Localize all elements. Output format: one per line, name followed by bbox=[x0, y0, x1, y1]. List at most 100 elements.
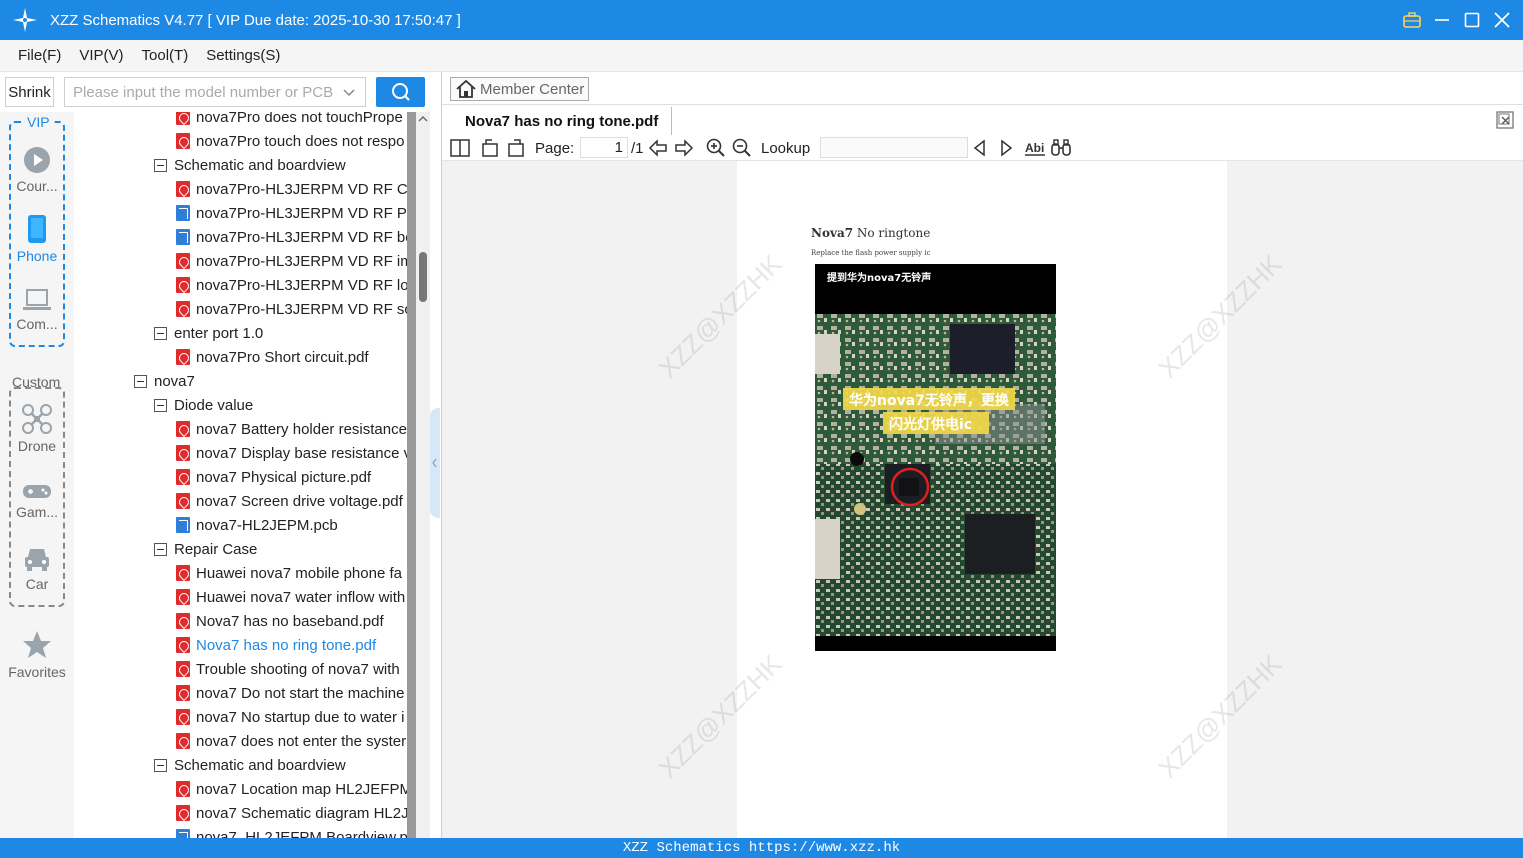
collapse-toggle-icon[interactable] bbox=[134, 374, 147, 388]
category-favorites[interactable]: Favorites bbox=[0, 630, 74, 680]
tree-file[interactable]: nova7-HL2JEPM.pcb bbox=[176, 513, 338, 537]
play-circle-icon bbox=[24, 147, 50, 173]
tree-file[interactable]: nova7 Screen drive voltage.pdf bbox=[176, 489, 403, 513]
page-number-input[interactable]: 1 bbox=[580, 137, 628, 158]
pdf-file-icon bbox=[176, 613, 190, 629]
close-tab-icon[interactable] bbox=[1496, 111, 1514, 129]
tree-file[interactable]: nova7Pro-HL3JERPM VD RF ima bbox=[176, 249, 408, 273]
binoculars-icon[interactable] bbox=[1050, 138, 1072, 158]
collapse-toggle-icon[interactable] bbox=[154, 158, 167, 172]
pdf-file-icon bbox=[176, 277, 190, 293]
rotate-right-icon[interactable] bbox=[506, 138, 526, 158]
tree-file[interactable]: Nova7 has no baseband.pdf bbox=[176, 609, 384, 633]
shrink-button[interactable]: Shrink bbox=[5, 77, 54, 107]
category-course[interactable]: Cour... bbox=[0, 146, 74, 194]
collapse-toggle-icon[interactable] bbox=[154, 542, 167, 556]
tree-file[interactable]: Trouble shooting of nova7 with bbox=[176, 657, 400, 681]
category-phone[interactable]: Phone bbox=[0, 214, 74, 264]
search-button[interactable] bbox=[376, 77, 425, 107]
previous-page-icon[interactable] bbox=[648, 138, 668, 158]
pdf-page: Nova7 No ringtone Replace the flash powe… bbox=[737, 161, 1227, 838]
zoom-out-icon[interactable] bbox=[732, 138, 752, 158]
tree-file[interactable]: nova7 Physical picture.pdf bbox=[176, 465, 371, 489]
menu-tool[interactable]: Tool(T) bbox=[142, 47, 189, 64]
chevron-down-icon[interactable] bbox=[343, 85, 355, 97]
maximize-button[interactable] bbox=[1457, 0, 1487, 40]
tree-file[interactable]: nova7Pro touch does not respo bbox=[176, 129, 404, 153]
window-title: XZZ Schematics V4.77 [ VIP Due date: 202… bbox=[50, 11, 461, 29]
tree-file[interactable]: nova7Pro-HL3JERPM VD RF PCI bbox=[176, 201, 408, 225]
collapse-toggle-icon[interactable] bbox=[154, 398, 167, 412]
photo-caption-line1: 华为nova7无铃声，更换 bbox=[849, 392, 1010, 409]
member-center-button[interactable]: Member Center bbox=[450, 77, 589, 101]
scrollbar-thumb[interactable] bbox=[419, 252, 427, 302]
tree-file[interactable]: nova7Pro does not touchPrope bbox=[176, 112, 403, 129]
tab-document[interactable]: Nova7 has no ring tone.pdf bbox=[452, 107, 672, 135]
tree-file[interactable]: nova7 Battery holder resistance bbox=[176, 417, 407, 441]
search-input[interactable] bbox=[73, 83, 333, 101]
collapse-toggle-icon[interactable] bbox=[154, 758, 167, 772]
document-title: Nova7 No ringtone bbox=[811, 226, 930, 240]
tree-scrollbar[interactable] bbox=[416, 112, 430, 838]
pdf-file-icon bbox=[176, 349, 190, 365]
tree-file[interactable]: nova7 Do not start the machine bbox=[176, 681, 404, 705]
pdf-file-icon bbox=[176, 181, 190, 197]
close-button[interactable] bbox=[1487, 0, 1517, 40]
collapse-panel-handle[interactable] bbox=[430, 408, 440, 518]
search-box[interactable] bbox=[64, 77, 366, 107]
tree-folder[interactable]: Repair Case bbox=[154, 537, 257, 561]
category-computer[interactable]: Com... bbox=[0, 288, 74, 332]
tree-item-label: Nova7 has no baseband.pdf bbox=[196, 612, 384, 630]
tree-item-label: nova7Pro does not touchPrope bbox=[196, 112, 403, 126]
menu-settings[interactable]: Settings(S) bbox=[206, 47, 280, 64]
tree-item-label: Trouble shooting of nova7 with bbox=[196, 660, 400, 678]
tree-file[interactable]: nova7 Schematic diagram HL2J bbox=[176, 801, 408, 825]
minimize-button[interactable] bbox=[1427, 0, 1457, 40]
tree-file[interactable]: nova7 Location map HL2JEFPM bbox=[176, 777, 408, 801]
vip-briefcase-icon[interactable] bbox=[1397, 0, 1427, 40]
tree-file[interactable]: Nova7 has no ring tone.pdf bbox=[176, 633, 376, 657]
menu-vip[interactable]: VIP(V) bbox=[79, 47, 123, 64]
tree-file[interactable]: nova7Pro-HL3JERPM VD RF sch bbox=[176, 297, 408, 321]
tree-item-label: nova7Pro-HL3JERPM VD RF PCI bbox=[196, 204, 408, 222]
tree-item-label: nova7Pro Short circuit.pdf bbox=[196, 348, 369, 366]
category-label: Cour... bbox=[16, 178, 58, 194]
tree-file[interactable]: Huawei nova7 mobile phone fa bbox=[176, 561, 402, 585]
tree-file[interactable]: nova7 No startup due to water i bbox=[176, 705, 404, 729]
lookup-input[interactable] bbox=[820, 137, 968, 158]
tree-file[interactable]: nova7Pro-HL3JERPM VD RF boa bbox=[176, 225, 408, 249]
tree-item-label: enter port 1.0 bbox=[174, 324, 264, 342]
category-game[interactable]: Gam... bbox=[0, 482, 74, 520]
chevron-up-icon[interactable] bbox=[418, 114, 428, 124]
tree-file[interactable]: nova7Pro Short circuit.pdf bbox=[176, 345, 369, 369]
collapse-toggle-icon[interactable] bbox=[154, 326, 167, 340]
tree-file[interactable]: nova7_HL2JEFPM Boardview.pc bbox=[176, 825, 408, 838]
tree-folder[interactable]: Schematic and boardview bbox=[154, 753, 346, 777]
tree-file[interactable]: Huawei nova7 water inflow with bbox=[176, 585, 405, 609]
menu-file[interactable]: File(F) bbox=[18, 47, 61, 64]
pdf-file-icon bbox=[176, 493, 190, 509]
rotate-left-icon[interactable] bbox=[480, 138, 500, 158]
app-logo-icon bbox=[12, 7, 38, 33]
tree-file[interactable]: nova7Pro-HL3JERPM VD RF loc bbox=[176, 273, 408, 297]
pdf-viewer[interactable]: Nova7 No ringtone Replace the flash powe… bbox=[442, 161, 1523, 838]
find-previous-icon[interactable] bbox=[972, 138, 988, 158]
match-case-icon[interactable]: Abi bbox=[1024, 138, 1046, 158]
find-next-icon[interactable] bbox=[998, 138, 1014, 158]
next-page-icon[interactable] bbox=[674, 138, 694, 158]
category-car[interactable]: Car bbox=[0, 546, 74, 592]
tree-item-label: nova7 Location map HL2JEFPM bbox=[196, 780, 408, 798]
pdf-file-icon bbox=[176, 589, 190, 605]
category-drone[interactable]: Drone bbox=[0, 404, 74, 454]
tree-folder[interactable]: Diode value bbox=[154, 393, 253, 417]
tree-folder[interactable]: enter port 1.0 bbox=[154, 321, 263, 345]
tree-folder[interactable]: nova7 bbox=[134, 369, 195, 393]
page-label: Page: bbox=[535, 139, 575, 157]
zoom-in-icon[interactable] bbox=[706, 138, 726, 158]
sidebar-toggle-icon[interactable] bbox=[450, 138, 470, 158]
tree-file[interactable]: nova7Pro-HL3JERPM VD RF Cor bbox=[176, 177, 408, 201]
tree-file[interactable]: nova7 does not enter the syster bbox=[176, 729, 406, 753]
pdf-toolbar: Page: 1 /1 Lookup Abi bbox=[442, 135, 1523, 161]
tree-folder[interactable]: Schematic and boardview bbox=[154, 153, 346, 177]
tree-file[interactable]: nova7 Display base resistance v bbox=[176, 441, 408, 465]
